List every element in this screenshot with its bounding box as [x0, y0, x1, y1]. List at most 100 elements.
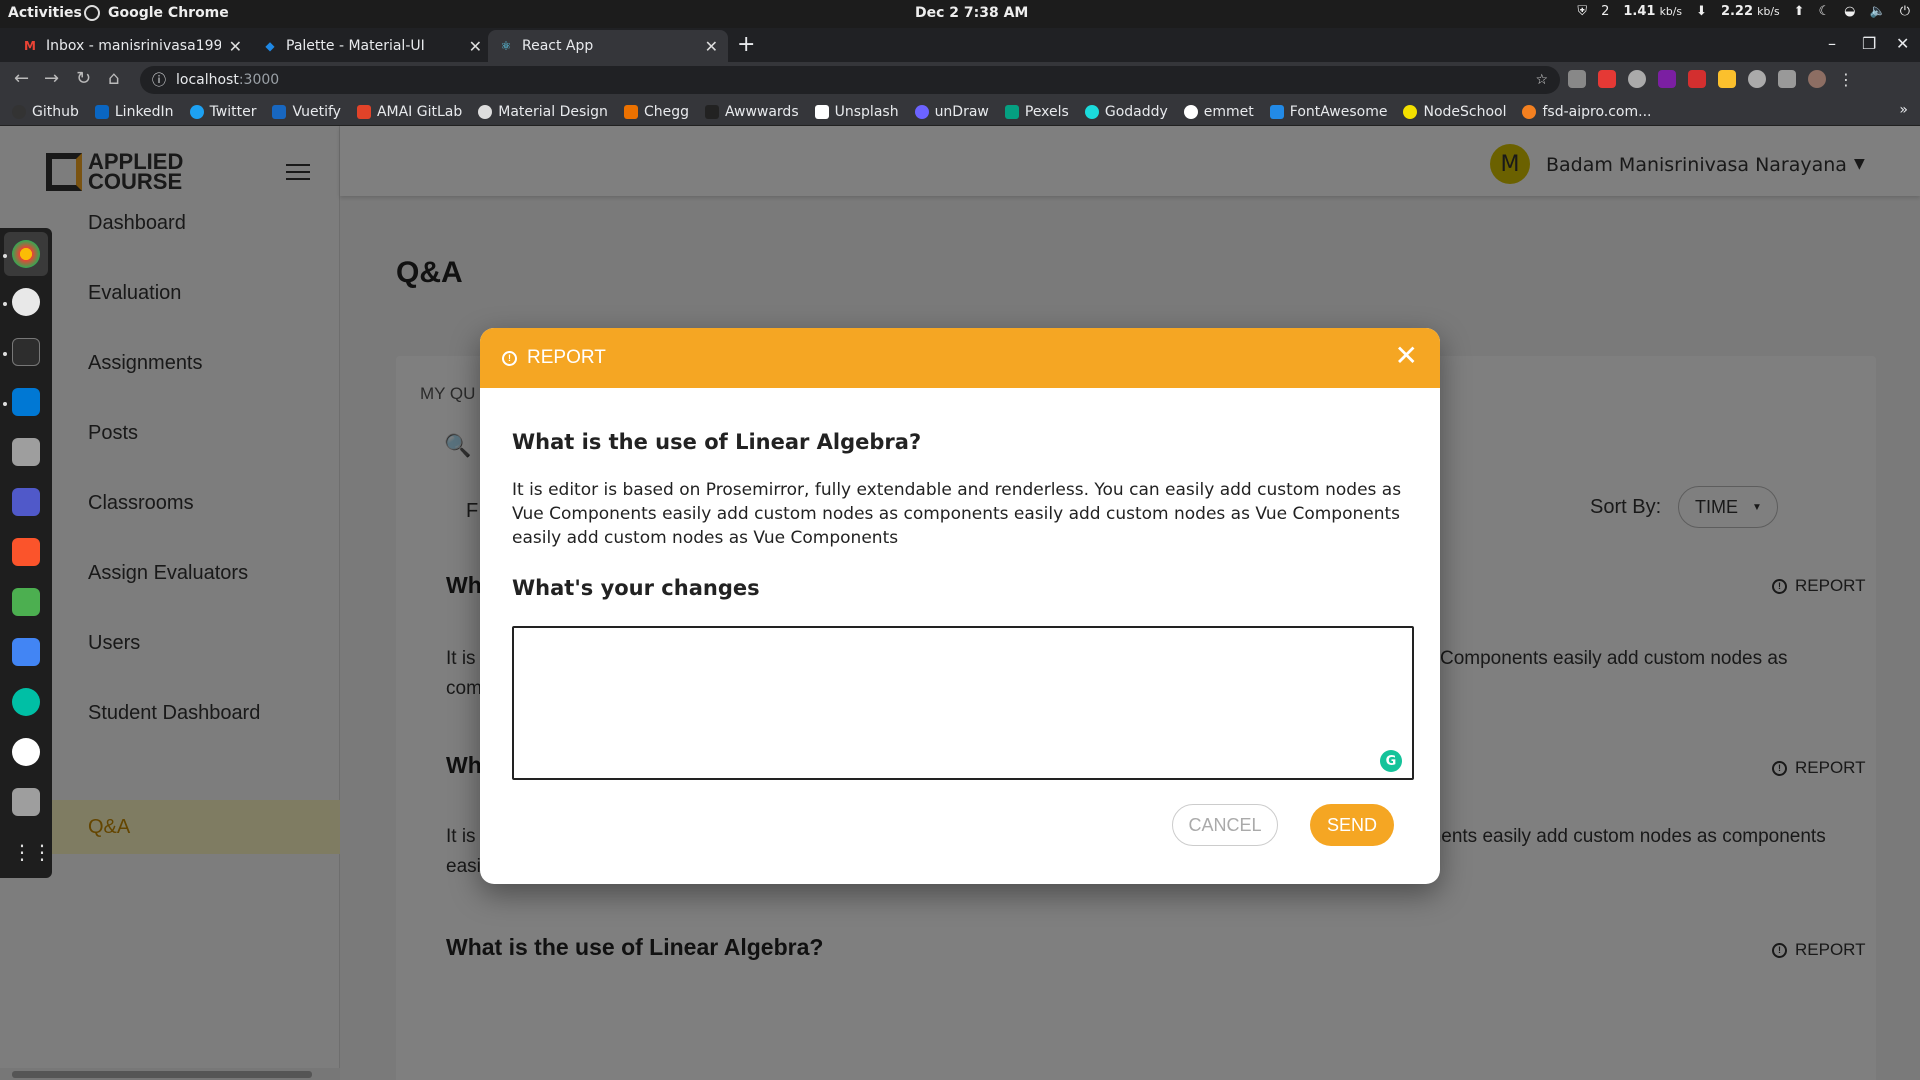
tab-label: React App [522, 38, 594, 54]
bookmarks-more-button[interactable]: » [1899, 102, 1908, 118]
bookmark-linkedin[interactable]: LinkedIn [94, 104, 174, 120]
address-bar[interactable]: ⓘ localhost:3000 ☆ [140, 66, 1560, 94]
text-editor-icon[interactable] [12, 638, 40, 666]
puzzle-icon[interactable] [1778, 70, 1796, 88]
extension-red-icon[interactable] [1598, 70, 1616, 88]
undraw-icon [914, 104, 929, 119]
bookmark-fsd-aipro[interactable]: fsd-aipro.com... [1522, 104, 1651, 120]
bookmark-fontawesome[interactable]: FontAwesome [1269, 104, 1387, 120]
info-icon: ⓘ [152, 73, 166, 89]
changes-textarea[interactable] [512, 626, 1414, 780]
extensions-row: ⋮ [1568, 70, 1854, 89]
forward-icon[interactable]: → [44, 68, 59, 89]
gmail-icon: M [24, 39, 36, 53]
maximize-icon[interactable]: ❐ [1862, 34, 1876, 53]
cloudflare-icon [1522, 104, 1537, 119]
send-button[interactable]: SEND [1310, 804, 1394, 846]
wifi-icon: ◒ [1844, 4, 1856, 19]
moon-icon: ☾ [1818, 4, 1831, 19]
reload-icon[interactable]: ↻ [76, 68, 91, 89]
close-icon[interactable]: ✕ [1395, 342, 1418, 370]
home-icon[interactable]: ⌂ [108, 68, 119, 89]
volume-icon: 🔈 [1869, 4, 1886, 19]
terminal-icon[interactable] [12, 338, 40, 366]
github-icon [12, 104, 26, 119]
activities-button[interactable]: Activities [8, 5, 82, 21]
close-icon[interactable]: ✕ [229, 37, 242, 56]
clock[interactable]: Dec 2 7:38 AM [915, 5, 1028, 21]
trash-icon[interactable] [12, 788, 40, 816]
whatsapp-icon[interactable] [12, 738, 40, 766]
extension-purple-icon[interactable] [1658, 70, 1676, 88]
dialog-question-body: It is editor is based on Prosemirror, fu… [512, 480, 1402, 548]
nodeschool-icon [1403, 104, 1418, 119]
bookmark-undraw[interactable]: unDraw [914, 104, 989, 120]
system-tray[interactable]: ⛨ 2 1.41 kb/s ⬇ 2.22 kb/s ⬆ ☾ ◒ 🔈 ⏻ [1577, 4, 1910, 19]
star-icon[interactable]: ☆ [1535, 72, 1548, 88]
google-icon [1183, 104, 1198, 119]
pexels-icon [1004, 104, 1019, 119]
close-icon[interactable]: ✕ [705, 37, 718, 56]
info-icon: ! [502, 350, 517, 366]
material-icon [478, 104, 493, 119]
slack-icon[interactable] [12, 288, 40, 316]
url-port: :3000 [238, 72, 280, 88]
arrow-down-icon: ⬇ [1696, 4, 1707, 19]
bookmark-amai-gitlab[interactable]: AMAI GitLab [356, 104, 462, 120]
bookmark-github[interactable]: Github [12, 104, 79, 120]
mui-icon: ◆ [265, 39, 275, 53]
minimize-icon[interactable]: – [1828, 34, 1836, 53]
tray-count: 2 [1601, 4, 1610, 19]
bookmark-godaddy[interactable]: Godaddy [1084, 104, 1168, 120]
bookmark-chegg[interactable]: Chegg [623, 104, 689, 120]
kebab-menu-icon[interactable]: ⋮ [1838, 70, 1854, 89]
power-icon: ⏻ [1899, 4, 1910, 19]
tab-label: Inbox - manisrinivasa1999 [46, 38, 221, 54]
gitlab-icon [356, 104, 371, 119]
extension-circle-icon[interactable] [1748, 70, 1766, 88]
bookmark-twitter[interactable]: Twitter [189, 104, 256, 120]
close-icon[interactable]: ✕ [469, 37, 482, 56]
bookmark-emmet[interactable]: emmet [1183, 104, 1254, 120]
extension-target-icon[interactable] [1628, 70, 1646, 88]
bookmark-pexels[interactable]: Pexels [1004, 104, 1069, 120]
bookmark-unsplash[interactable]: Unsplash [814, 104, 899, 120]
tab-inbox[interactable]: M Inbox - manisrinivasa1999 ✕ [12, 30, 252, 62]
fontawesome-icon [1269, 104, 1284, 119]
shield-icon: ⛨ [1577, 4, 1588, 19]
vscode-icon[interactable] [12, 388, 40, 416]
extension-pen-icon[interactable] [1718, 70, 1736, 88]
bookmark-vuetify[interactable]: Vuetify [272, 104, 341, 120]
net-down-value: 1.41 kb/s [1623, 4, 1683, 19]
grammarly-icon[interactable]: G [1380, 750, 1402, 772]
teams-icon[interactable] [12, 488, 40, 516]
tab-react-app[interactable]: ⚛ React App ✕ [488, 30, 728, 62]
tab-label: Palette - Material-UI [286, 38, 425, 54]
new-tab-button[interactable]: + [737, 32, 755, 57]
dock: ⋮⋮ [0, 228, 52, 878]
vuejs-devtools-icon[interactable] [1568, 70, 1586, 88]
extension-calendar-icon[interactable] [1688, 70, 1706, 88]
twitter-icon [189, 104, 204, 119]
bookmark-nodeschool[interactable]: NodeSchool [1403, 104, 1506, 120]
app-name: Google Chrome [108, 5, 229, 21]
tab-palette[interactable]: ◆ Palette - Material-UI ✕ [252, 30, 492, 62]
bookmark-material-design[interactable]: Material Design [478, 104, 608, 120]
camera-icon[interactable] [12, 688, 40, 716]
chrome-icon[interactable] [12, 240, 40, 268]
vuetify-icon [272, 104, 287, 119]
files-icon[interactable] [12, 438, 40, 466]
app-menu[interactable]: Google Chrome [84, 5, 229, 21]
godaddy-icon [1084, 104, 1099, 119]
cancel-button[interactable]: CANCEL [1172, 804, 1278, 846]
changes-label: What's your changes [512, 576, 760, 600]
unsplash-icon [814, 104, 829, 119]
window-close-icon[interactable]: ✕ [1896, 34, 1909, 53]
bookmark-awwwards[interactable]: Awwwards [704, 104, 799, 120]
image-viewer-icon[interactable] [12, 588, 40, 616]
app-grid-icon[interactable]: ⋮⋮ [12, 840, 52, 868]
chrome-icon [84, 5, 100, 21]
brave-icon[interactable] [12, 538, 40, 566]
profile-avatar-icon[interactable] [1808, 70, 1826, 88]
back-icon[interactable]: ← [14, 68, 29, 89]
